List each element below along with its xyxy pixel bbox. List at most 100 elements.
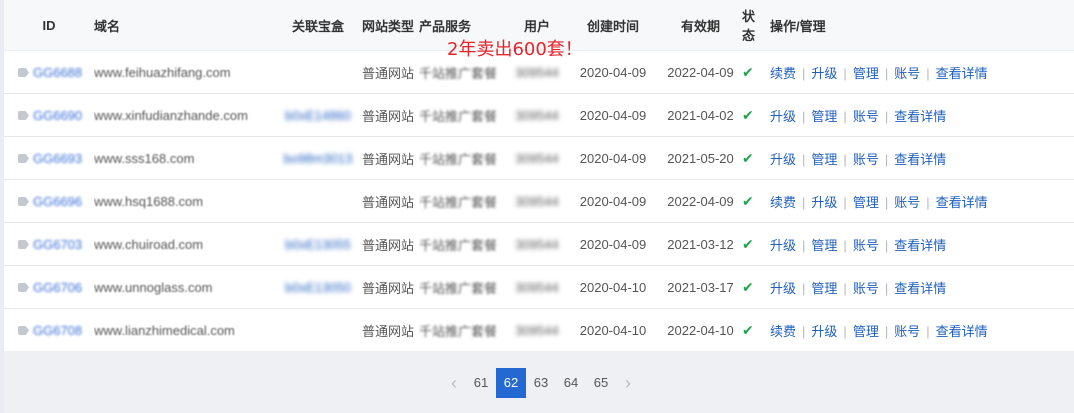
current-page[interactable]: 62 — [496, 368, 526, 398]
product-cell: 千站推广套餐 — [419, 93, 507, 137]
separator: | — [884, 194, 889, 210]
status-cell: ✔ — [742, 179, 762, 223]
product-cell: 千站推广套餐 — [419, 265, 507, 309]
manage-link[interactable]: 管理 — [811, 109, 837, 124]
page-link[interactable]: 65 — [586, 368, 616, 398]
domain-text: www.xinfudianzhande.com — [94, 107, 248, 123]
expire-cell: 2022-04-09 — [659, 179, 742, 223]
ops-cell: 续费 | 升级 | 管理 | 账号 | 查看详情 — [762, 179, 1074, 223]
pagination: ‹ 61 62 63 64 65 › — [442, 368, 640, 398]
product-cell: 千站推广套餐 — [419, 222, 507, 266]
domain-cell: www.sss168.com — [94, 136, 279, 180]
id-link[interactable]: GG6690 — [33, 108, 82, 123]
account-link[interactable]: 账号 — [853, 281, 879, 296]
page-link[interactable]: 63 — [526, 368, 556, 398]
account-link[interactable]: 账号 — [853, 238, 879, 253]
domain-cell: www.chuiroad.com — [94, 222, 279, 266]
manage-link[interactable]: 管理 — [853, 195, 879, 210]
renew-link[interactable]: 续费 — [770, 324, 796, 339]
details-link[interactable]: 查看详情 — [894, 281, 946, 296]
separator: | — [802, 323, 806, 339]
upgrade-link[interactable]: 升级 — [770, 109, 796, 124]
details-link[interactable]: 查看详情 — [894, 238, 946, 253]
table-row: GG6703 www.chuiroad.com b0xE13055 普通网站 千站推广套… — [4, 222, 1074, 266]
id-link[interactable]: GG6696 — [33, 194, 82, 209]
manage-link[interactable]: 管理 — [811, 152, 837, 167]
account-link[interactable]: 账号 — [894, 66, 920, 81]
ops-cell: 升级 | 管理 | 账号 | 查看详情 — [762, 93, 1074, 137]
separator: | — [884, 237, 889, 253]
details-link[interactable]: 查看详情 — [894, 152, 946, 167]
header-site-type: 网站类型 — [357, 0, 419, 51]
upgrade-link[interactable]: 升级 — [811, 66, 837, 81]
account-link[interactable]: 账号 — [894, 324, 920, 339]
status-cell: ✔ — [742, 265, 762, 309]
expire-cell: 2021-05-20 — [659, 136, 742, 180]
separator: | — [802, 108, 806, 124]
manage-link[interactable]: 管理 — [811, 281, 837, 296]
expire-cell: 2021-03-17 — [659, 265, 742, 309]
account-link[interactable]: 账号 — [853, 152, 879, 167]
id-link[interactable]: GG6706 — [33, 280, 82, 295]
header-box: 关联宝盒 — [279, 0, 357, 51]
id-link[interactable]: GG6703 — [33, 237, 82, 252]
product-cell: 千站推广套餐 — [419, 308, 507, 352]
id-cell: GG6693 — [4, 136, 94, 180]
expire-cell: 2021-03-12 — [659, 222, 742, 266]
renew-link[interactable]: 续费 — [770, 66, 796, 81]
separator: | — [843, 323, 847, 339]
page-link[interactable]: 61 — [466, 368, 496, 398]
upgrade-link[interactable]: 升级 — [770, 238, 796, 253]
site-type-cell: 普通网站 — [357, 222, 419, 266]
details-link[interactable]: 查看详情 — [936, 195, 988, 210]
page-link[interactable]: 64 — [556, 368, 586, 398]
id-link[interactable]: GG6708 — [33, 323, 82, 338]
separator: | — [802, 237, 806, 253]
manage-link[interactable]: 管理 — [853, 324, 879, 339]
details-link[interactable]: 查看详情 — [936, 66, 988, 81]
manage-link[interactable]: 管理 — [811, 238, 837, 253]
account-link[interactable]: 账号 — [853, 109, 879, 124]
box-link[interactable]: b0xE14860 — [285, 108, 351, 123]
prev-page-icon[interactable]: ‹ — [442, 373, 466, 394]
status-cell: ✔ — [742, 93, 762, 137]
next-page-icon[interactable]: › — [616, 373, 640, 394]
id-cell: GG6703 — [4, 222, 94, 266]
upgrade-link[interactable]: 升级 — [811, 324, 837, 339]
details-link[interactable]: 查看详情 — [936, 324, 988, 339]
box-link[interactable]: bo98m3013 — [284, 151, 353, 166]
separator: | — [843, 280, 847, 296]
box-cell: bo98m3013 — [279, 136, 357, 180]
box-link[interactable]: b0xE13055 — [285, 237, 351, 252]
separator: | — [802, 280, 806, 296]
box-cell — [279, 179, 357, 223]
box-cell — [279, 50, 357, 94]
account-link[interactable]: 账号 — [894, 195, 920, 210]
id-link[interactable]: GG6688 — [33, 65, 82, 80]
site-type-cell: 普通网站 — [357, 93, 419, 137]
header-id: ID — [4, 0, 94, 51]
user-text: 309544 — [515, 279, 559, 295]
upgrade-link[interactable]: 升级 — [811, 195, 837, 210]
separator: | — [884, 65, 889, 81]
box-cell: b0xE14860 — [279, 93, 357, 137]
box-link[interactable]: b0xE13050 — [285, 280, 351, 295]
details-link[interactable]: 查看详情 — [894, 109, 946, 124]
site-type-cell: 普通网站 — [357, 308, 419, 352]
manage-link[interactable]: 管理 — [853, 66, 879, 81]
upgrade-link[interactable]: 升级 — [770, 281, 796, 296]
id-link[interactable]: GG6693 — [33, 151, 82, 166]
header-domain: 域名 — [94, 0, 279, 51]
renew-link[interactable]: 续费 — [770, 195, 796, 210]
check-icon: ✔ — [742, 321, 754, 338]
status-cell: ✔ — [742, 308, 762, 352]
domain-cell: www.unnoglass.com — [94, 265, 279, 309]
check-icon: ✔ — [742, 192, 754, 209]
created-cell: 2020-04-09 — [567, 179, 659, 223]
tag-icon — [18, 154, 29, 164]
domain-text: www.unnoglass.com — [94, 279, 213, 295]
tag-icon — [18, 326, 29, 336]
ops-cell: 升级 | 管理 | 账号 | 查看详情 — [762, 222, 1074, 266]
domain-cell: www.xinfudianzhande.com — [94, 93, 279, 137]
upgrade-link[interactable]: 升级 — [770, 152, 796, 167]
